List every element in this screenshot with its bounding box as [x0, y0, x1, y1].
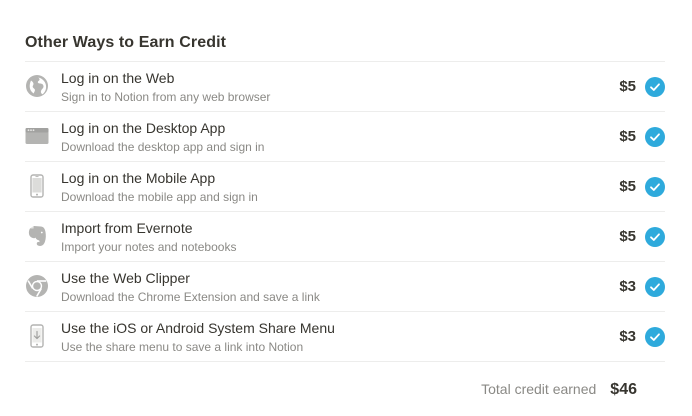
earn-row-web-clipper: Use the Web Clipper Download the Chrome … — [25, 262, 665, 312]
row-subtitle: Import your notes and notebooks — [61, 240, 237, 254]
row-subtitle: Download the desktop app and sign in — [61, 140, 265, 154]
chrome-icon — [25, 274, 49, 298]
total-credit-value: $46 — [610, 381, 637, 398]
checkmark-icon — [645, 77, 665, 97]
row-title: Log in on the Mobile App — [61, 170, 216, 186]
row-title: Use the Web Clipper — [61, 270, 190, 286]
credit-amount: $5 — [619, 78, 636, 95]
mobile-phone-icon — [25, 174, 49, 198]
globe-icon — [25, 74, 49, 98]
checkmark-icon — [645, 127, 665, 147]
desktop-window-icon — [25, 124, 49, 148]
section-title: Other Ways to Earn Credit — [25, 34, 227, 51]
row-subtitle: Download the Chrome Extension and save a… — [61, 290, 320, 304]
total-credit-label: Total credit earned — [481, 381, 597, 397]
row-title: Log in on the Desktop App — [61, 120, 226, 136]
earn-credit-list: Log in on the Web Sign in to Notion from… — [25, 61, 665, 362]
row-subtitle: Download the mobile app and sign in — [61, 190, 258, 204]
earn-row-share-menu: Use the iOS or Android System Share Menu… — [25, 312, 665, 362]
checkmark-icon — [645, 277, 665, 297]
credit-amount: $5 — [619, 128, 636, 145]
row-title: Log in on the Web — [61, 70, 175, 86]
evernote-elephant-icon — [25, 224, 49, 248]
earn-row-web-login: Log in on the Web Sign in to Notion from… — [25, 62, 665, 112]
earn-row-desktop-login: Log in on the Desktop App Download the d… — [25, 112, 665, 162]
checkmark-icon — [645, 177, 665, 197]
row-title: Import from Evernote — [61, 220, 193, 236]
credit-amount: $5 — [619, 178, 636, 195]
total-credit: Total credit earned $46 — [481, 381, 637, 399]
credit-amount: $5 — [619, 228, 636, 245]
earn-row-mobile-login: Log in on the Mobile App Download the mo… — [25, 162, 665, 212]
earn-row-evernote-import: Import from Evernote Import your notes a… — [25, 212, 665, 262]
row-title: Use the iOS or Android System Share Menu — [61, 320, 335, 336]
checkmark-icon — [645, 227, 665, 247]
credit-amount: $3 — [619, 328, 636, 345]
phone-share-icon — [25, 324, 49, 348]
credit-amount: $3 — [619, 278, 636, 295]
row-subtitle: Use the share menu to save a link into N… — [61, 340, 304, 354]
row-subtitle: Sign in to Notion from any web browser — [61, 90, 271, 104]
checkmark-icon — [645, 327, 665, 347]
